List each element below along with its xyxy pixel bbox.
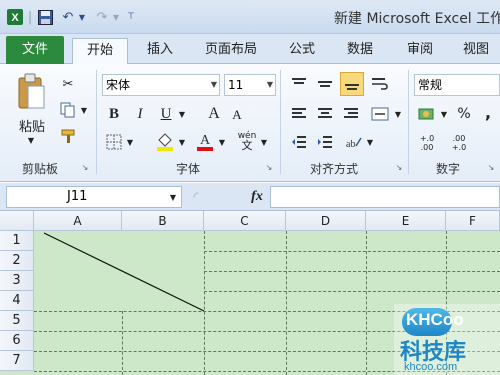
copy-dropdown-icon[interactable]: ▼ xyxy=(80,104,88,116)
number-group-label: 数字 xyxy=(436,162,461,176)
font-launcher-icon[interactable]: ↘ xyxy=(264,162,274,172)
name-box-dropdown-icon[interactable]: ▼ xyxy=(168,191,178,203)
excel-app-icon[interactable]: X xyxy=(6,7,24,27)
number-format-select[interactable]: 常规 xyxy=(414,74,500,96)
borders-dropdown-icon[interactable]: ▼ xyxy=(126,136,134,148)
svg-text:X: X xyxy=(11,12,19,24)
chevron-down-icon: ▼ xyxy=(266,80,273,89)
borders-icon[interactable] xyxy=(104,132,124,152)
font-group-label: 字体 xyxy=(176,162,201,176)
insert-function-button[interactable]: fx xyxy=(246,187,268,207)
tab-page-layout[interactable]: 页面布局 xyxy=(194,38,268,64)
fill-color-icon[interactable] xyxy=(154,130,176,152)
tab-review[interactable]: 审阅 xyxy=(394,38,446,64)
clipboard-group-label: 剪贴板 xyxy=(22,162,59,176)
increase-decimal-button[interactable]: +.0 .00 xyxy=(414,132,440,154)
watermark-url-text: khcoo.com xyxy=(404,361,458,373)
italic-button[interactable]: I xyxy=(130,104,150,124)
alignment-launcher-icon[interactable]: ↘ xyxy=(394,162,404,172)
fill-color-dropdown-icon[interactable]: ▼ xyxy=(178,136,186,148)
alignment-group-label: 对齐方式 xyxy=(310,162,359,176)
window-title: 新建 Microsoft Excel 工作 xyxy=(334,11,500,27)
font-family-value: 宋体 xyxy=(106,78,131,92)
redo-dropdown-icon[interactable]: ▼ xyxy=(112,7,120,27)
save-icon[interactable] xyxy=(36,7,54,27)
wrap-text-icon[interactable] xyxy=(368,74,392,94)
align-right-icon[interactable] xyxy=(340,104,362,124)
align-top-icon[interactable] xyxy=(288,74,310,94)
name-box-value: J11 xyxy=(67,189,88,204)
svg-text:ab: ab xyxy=(346,139,355,149)
align-middle-icon[interactable] xyxy=(314,74,336,94)
tab-view[interactable]: 视图 xyxy=(452,38,500,64)
accounting-format-icon[interactable] xyxy=(416,104,438,124)
number-launcher-icon[interactable]: ↘ xyxy=(486,162,496,172)
redo-icon[interactable]: ↷ xyxy=(94,7,110,27)
paste-button[interactable]: 粘贴 xyxy=(12,116,52,135)
font-size-value: 11 xyxy=(228,78,244,92)
cut-icon[interactable]: ✂ xyxy=(58,74,78,94)
bold-button[interactable]: B xyxy=(104,104,124,124)
merge-center-icon[interactable] xyxy=(368,104,392,124)
underline-dropdown-icon[interactable]: ▼ xyxy=(178,108,186,120)
undo-icon[interactable]: ↶ xyxy=(60,7,76,27)
name-box[interactable]: J11 xyxy=(6,186,182,208)
format-painter-icon[interactable] xyxy=(58,126,78,146)
align-center-icon[interactable] xyxy=(314,104,336,124)
increase-indent-icon[interactable] xyxy=(314,132,336,152)
group-divider xyxy=(96,70,97,174)
number-format-value: 常规 xyxy=(418,78,443,92)
paste-icon[interactable] xyxy=(14,70,48,114)
font-size-select[interactable]: 11 ▼ xyxy=(224,74,276,96)
percent-style-button[interactable]: % xyxy=(454,104,474,124)
orientation-icon[interactable]: ab xyxy=(342,132,364,152)
svg-text:A: A xyxy=(200,133,211,148)
tab-file[interactable]: 文件 xyxy=(6,36,64,64)
phonetic-dropdown-icon[interactable]: ▼ xyxy=(260,136,268,148)
formula-input[interactable] xyxy=(270,186,500,208)
decrease-indent-icon[interactable] xyxy=(288,132,310,152)
align-bottom-icon[interactable] xyxy=(340,72,364,96)
watermark-logo-text: KHCoo xyxy=(406,310,464,329)
grow-font-button[interactable]: A xyxy=(204,104,224,124)
undo-dropdown-icon[interactable]: ▼ xyxy=(78,7,86,27)
ribbon-home: 粘贴 ▼ ✂ ▼ 剪贴板 ↘ 宋体 ▼ 11 ▼ B I U ▼ A A ▼ ▼… xyxy=(0,64,500,182)
tab-insert[interactable]: 插入 xyxy=(134,38,186,64)
watermark: KHCoo 科技库 khcoo.com xyxy=(394,304,500,375)
accounting-dropdown-icon[interactable]: ▼ xyxy=(440,108,448,120)
formula-bar-resize-icon: ◜ xyxy=(193,189,199,205)
separator-icon: | xyxy=(27,9,33,25)
shrink-font-button[interactable]: A xyxy=(228,106,246,124)
customize-qat-icon[interactable]: ⊤ xyxy=(124,7,138,27)
ribbon-tabs: 文件 开始 插入 页面布局 公式 数据 审阅 视图 xyxy=(0,34,500,65)
paste-dropdown-icon[interactable]: ▼ xyxy=(24,134,38,146)
copy-icon[interactable] xyxy=(58,100,78,120)
underline-button[interactable]: U xyxy=(156,104,176,124)
align-left-icon[interactable] xyxy=(288,104,310,124)
group-divider xyxy=(408,70,409,174)
decrease-decimal-button[interactable]: .00 +.0 xyxy=(446,132,472,154)
font-family-select[interactable]: 宋体 ▼ xyxy=(102,74,220,96)
tab-formulas[interactable]: 公式 xyxy=(276,38,328,64)
chevron-down-icon: ▼ xyxy=(210,80,217,89)
title-bar: X | ↶ ▼ ↷ ▼ ⊤ 新建 Microsoft Excel 工作 xyxy=(0,0,500,34)
font-color-icon[interactable]: A xyxy=(194,130,216,152)
orientation-dropdown-icon[interactable]: ▼ xyxy=(366,136,374,148)
group-divider xyxy=(280,70,281,174)
font-color-dropdown-icon[interactable]: ▼ xyxy=(218,136,226,148)
tab-data[interactable]: 数据 xyxy=(334,38,386,64)
tab-home[interactable]: 开始 xyxy=(72,38,128,65)
comma-style-button[interactable]: , xyxy=(480,102,496,122)
merge-dropdown-icon[interactable]: ▼ xyxy=(394,108,402,120)
phonetic-guide-button[interactable]: wén 文 xyxy=(236,130,258,152)
formula-bar: J11 ▼ ◜ fx xyxy=(0,183,500,211)
clipboard-launcher-icon[interactable]: ↘ xyxy=(80,162,90,172)
